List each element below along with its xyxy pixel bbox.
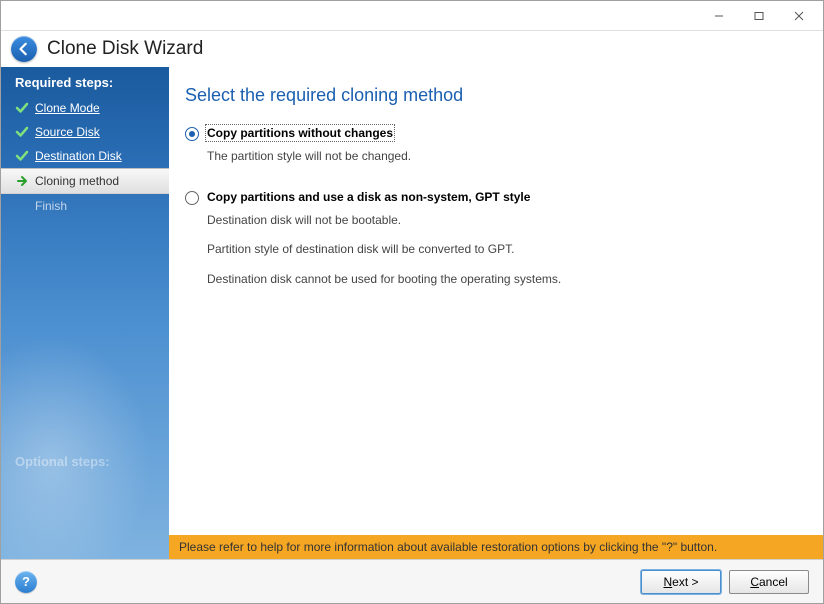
main-heading: Select the required cloning method bbox=[185, 85, 803, 106]
page-title: Clone Disk Wizard bbox=[47, 38, 203, 60]
sidebar-optional-heading: Optional steps: bbox=[15, 454, 110, 469]
wizard-window: Clone Disk Wizard Required steps: Clone … bbox=[0, 0, 824, 604]
header: Clone Disk Wizard bbox=[1, 31, 823, 67]
next-button[interactable]: Next > bbox=[641, 570, 721, 594]
sidebar-item-destination-disk[interactable]: Destination Disk bbox=[1, 144, 169, 168]
radio-icon[interactable] bbox=[185, 191, 199, 205]
radio-icon[interactable] bbox=[185, 127, 199, 141]
check-icon bbox=[15, 101, 29, 115]
option-copy-without-changes[interactable]: Copy partitions without changes The part… bbox=[185, 126, 803, 166]
content: Select the required cloning method Copy … bbox=[169, 67, 823, 535]
help-button[interactable]: ? bbox=[15, 571, 37, 593]
sidebar-item-clone-mode[interactable]: Clone Mode bbox=[1, 96, 169, 120]
sidebar-item-finish: Finish bbox=[1, 194, 169, 218]
back-button[interactable] bbox=[11, 36, 37, 62]
arrow-right-icon bbox=[15, 174, 29, 188]
sidebar-item-label: Source Disk bbox=[35, 125, 100, 139]
minimize-button[interactable] bbox=[699, 3, 739, 29]
option-title: Copy partitions and use a disk as non-sy… bbox=[207, 190, 530, 204]
maximize-button[interactable] bbox=[739, 3, 779, 29]
cancel-button[interactable]: Cancel bbox=[729, 570, 809, 594]
sidebar-item-label: Clone Mode bbox=[35, 101, 100, 115]
option-description: Destination disk will not be bootable. P… bbox=[207, 211, 803, 289]
sidebar-item-cloning-method[interactable]: Cloning method bbox=[1, 168, 169, 194]
main: Select the required cloning method Copy … bbox=[169, 67, 823, 559]
sidebar-item-label: Destination Disk bbox=[35, 149, 122, 163]
close-button[interactable] bbox=[779, 3, 819, 29]
check-icon bbox=[15, 149, 29, 163]
empty-icon bbox=[15, 199, 29, 213]
sidebar-item-source-disk[interactable]: Source Disk bbox=[1, 120, 169, 144]
option-copy-gpt-nonsystem[interactable]: Copy partitions and use a disk as non-sy… bbox=[185, 190, 803, 289]
titlebar bbox=[1, 1, 823, 31]
option-title: Copy partitions without changes bbox=[207, 126, 393, 140]
sidebar: Required steps: Clone Mode Source Disk D… bbox=[1, 67, 169, 559]
footer: ? Next > Cancel bbox=[1, 559, 823, 603]
option-description: The partition style will not be changed. bbox=[207, 147, 803, 166]
info-bar: Please refer to help for more informatio… bbox=[169, 535, 823, 559]
body: Required steps: Clone Mode Source Disk D… bbox=[1, 67, 823, 559]
sidebar-item-label: Finish bbox=[35, 199, 67, 213]
sidebar-heading: Required steps: bbox=[1, 67, 169, 96]
check-icon bbox=[15, 125, 29, 139]
sidebar-item-label: Cloning method bbox=[35, 174, 119, 188]
